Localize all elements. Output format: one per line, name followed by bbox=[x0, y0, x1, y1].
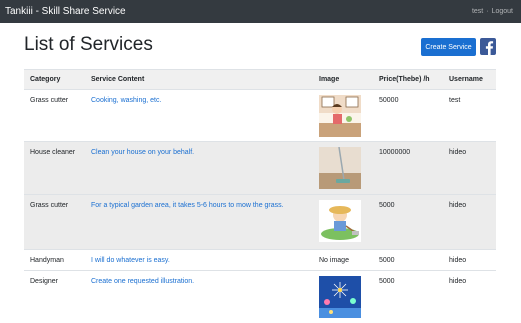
table-row: Grass cutter For a typical garden area, … bbox=[24, 194, 496, 250]
table-row: Handyman I will do whatever is easy. No … bbox=[24, 249, 496, 271]
content-cell: Cooking, washing, etc. bbox=[85, 89, 313, 142]
username-cell: hideo bbox=[443, 270, 496, 323]
content-cell: Clean your house on your behalf. bbox=[85, 141, 313, 195]
create-service-button[interactable]: Create Service bbox=[421, 38, 476, 56]
service-link[interactable]: Clean your house on your behalf. bbox=[91, 149, 194, 156]
image-cell bbox=[313, 141, 373, 195]
category-cell: House cleaner bbox=[24, 141, 85, 195]
username-cell: hideo bbox=[443, 249, 496, 271]
header-image: Image bbox=[313, 69, 373, 90]
service-link[interactable]: Cooking, washing, etc. bbox=[91, 97, 161, 104]
username-cell: test bbox=[443, 89, 496, 142]
service-link[interactable]: For a typical garden area, it takes 5-6 … bbox=[91, 202, 284, 209]
username-cell: hideo bbox=[443, 194, 496, 250]
service-link[interactable]: I will do whatever is easy. bbox=[91, 257, 170, 264]
facebook-icon[interactable] bbox=[480, 38, 496, 55]
price-cell: 50000 bbox=[373, 89, 443, 142]
content-cell: Create one requested illustration. bbox=[85, 270, 313, 323]
logout-link[interactable]: Logout bbox=[492, 8, 513, 15]
image-cell bbox=[313, 194, 373, 250]
service-link[interactable]: Create one requested illustration. bbox=[91, 278, 194, 285]
kitchen-illustration bbox=[319, 95, 361, 137]
content-cell: I will do whatever is easy. bbox=[85, 249, 313, 271]
user-menu: test · Logout bbox=[472, 8, 513, 15]
category-cell: Designer bbox=[24, 270, 85, 323]
header-username: Username bbox=[443, 69, 496, 90]
header-price: Price(Thebe) /h bbox=[373, 69, 443, 90]
content-cell: For a typical garden area, it takes 5-6 … bbox=[85, 194, 313, 250]
category-cell: Handyman bbox=[24, 249, 85, 271]
grass-cutting-illustration bbox=[319, 200, 361, 242]
price-cell: 10000000 bbox=[373, 141, 443, 195]
image-cell bbox=[313, 89, 373, 142]
username-cell: hideo bbox=[443, 141, 496, 195]
separator: · bbox=[486, 8, 489, 15]
header-service-content: Service Content bbox=[85, 69, 313, 90]
navbar: Tankiii - Skill Share Service test · Log… bbox=[0, 0, 521, 23]
category-cell: Grass cutter bbox=[24, 89, 85, 142]
mop-photo bbox=[319, 147, 361, 189]
image-cell bbox=[313, 270, 373, 323]
table-row: House cleaner Clean your house on your b… bbox=[24, 141, 496, 195]
page-title: List of Services bbox=[24, 34, 153, 55]
table-row: Designer Create one requested illustrati… bbox=[24, 270, 496, 323]
image-cell: No image bbox=[313, 249, 373, 271]
price-cell: 5000 bbox=[373, 270, 443, 323]
username-label: test bbox=[471, 8, 484, 15]
table-row: Grass cutter Cooking, washing, etc. 5000… bbox=[24, 89, 496, 142]
category-cell: Grass cutter bbox=[24, 194, 85, 250]
price-cell: 5000 bbox=[373, 249, 443, 271]
brand-link[interactable]: Tankiii - Skill Share Service bbox=[5, 6, 126, 17]
services-table: Category Service Content Image Price(The… bbox=[24, 69, 496, 323]
price-cell: 5000 bbox=[373, 194, 443, 250]
table-header-row: Category Service Content Image Price(The… bbox=[24, 69, 496, 90]
fireworks-illustration bbox=[319, 276, 361, 318]
header-category: Category bbox=[24, 69, 85, 90]
